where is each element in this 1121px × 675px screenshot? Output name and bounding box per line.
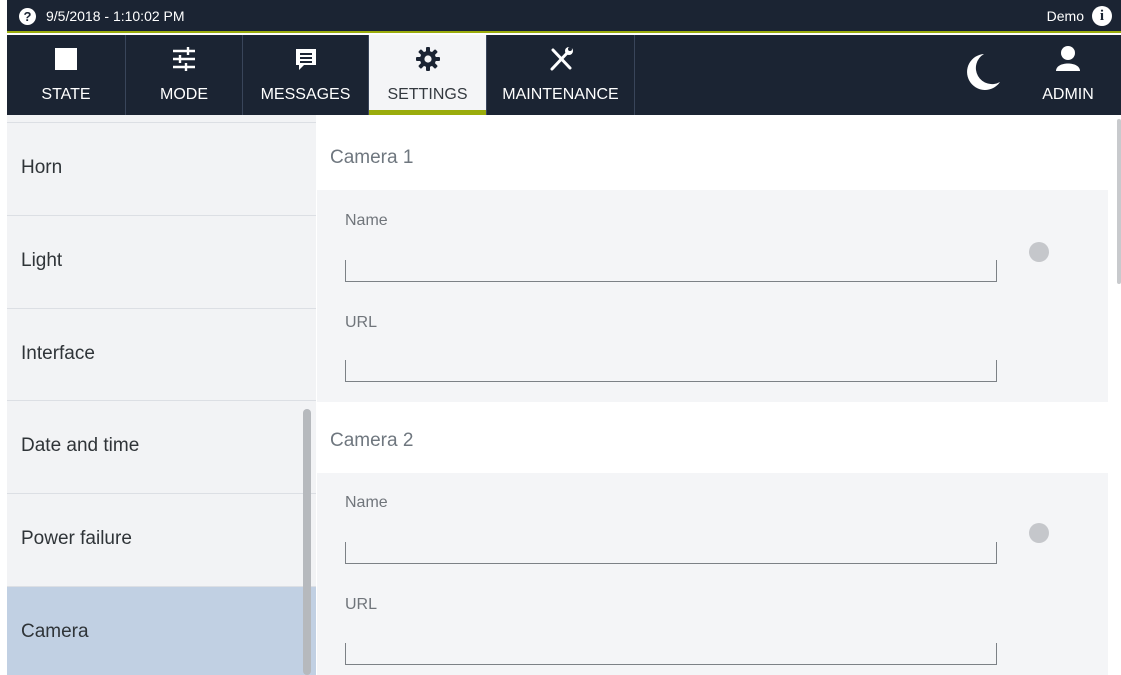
- user-name: Demo: [1046, 8, 1084, 24]
- sidebar-item-label: Power failure: [21, 528, 132, 549]
- gear-icon: [415, 47, 440, 71]
- camera-1-url-label: URL: [345, 314, 378, 331]
- info-icon[interactable]: i: [1092, 6, 1112, 26]
- tab-state[interactable]: STATE: [7, 35, 126, 115]
- tab-label: SETTINGS: [387, 86, 468, 103]
- tab-maintenance[interactable]: MAINTENANCE: [487, 35, 635, 115]
- tab-messages[interactable]: MESSAGES: [243, 35, 369, 115]
- message-list-icon: [295, 49, 316, 70]
- sidebar-item-light[interactable]: Light: [7, 215, 316, 307]
- tab-label: MODE: [160, 86, 208, 103]
- sidebar-item-label: Horn: [21, 157, 63, 178]
- night-mode-button[interactable]: [945, 35, 1015, 115]
- sidebar-item-interface[interactable]: Interface: [7, 308, 316, 400]
- camera-1-card: Name URL: [317, 190, 1108, 402]
- admin-button[interactable]: ADMIN: [1015, 35, 1121, 115]
- sidebar-item-camera[interactable]: Camera: [7, 586, 316, 675]
- sliders-icon: [173, 47, 195, 71]
- tab-mode[interactable]: MODE: [126, 35, 243, 115]
- camera-1-title: Camera 1: [330, 147, 414, 168]
- camera-2-name-field[interactable]: [345, 542, 997, 564]
- user-icon: [1056, 46, 1080, 71]
- frame-edge: [0, 0, 7, 675]
- main-scrollbar[interactable]: [1117, 119, 1121, 284]
- tab-label: MAINTENANCE: [502, 86, 619, 103]
- tab-settings[interactable]: SETTINGS: [369, 35, 487, 115]
- app-frame: ? 9/5/2018 - 1:10:02 PM Demo i STATE MOD…: [0, 0, 1121, 675]
- sidebar-scrollbar[interactable]: [303, 409, 311, 675]
- settings-sidebar: Horn Light Interface Date and time Power…: [7, 115, 316, 675]
- camera-1-name-field[interactable]: [345, 260, 997, 282]
- status-bar: ? 9/5/2018 - 1:10:02 PM Demo i: [7, 0, 1121, 33]
- stop-square-icon: [55, 48, 77, 70]
- tab-label: STATE: [41, 86, 91, 103]
- camera-2-name-label: Name: [345, 494, 388, 511]
- sidebar-item-label: Light: [21, 250, 63, 271]
- sidebar-item-power-failure[interactable]: Power failure: [7, 493, 316, 585]
- camera-2-card: Name URL: [317, 473, 1108, 675]
- moon-icon: [967, 54, 1000, 90]
- datetime-display: 9/5/2018 - 1:10:02 PM: [46, 8, 185, 24]
- wrench-screwdriver-icon: [550, 47, 573, 71]
- camera-2-title: Camera 2: [330, 430, 414, 451]
- camera-1-name-label: Name: [345, 212, 388, 229]
- help-icon[interactable]: ?: [19, 8, 36, 25]
- camera-2-url-field[interactable]: [345, 643, 997, 665]
- sidebar-item-label: Camera: [21, 621, 89, 642]
- camera-2-enable-toggle[interactable]: [1029, 523, 1049, 543]
- camera-1-enable-toggle[interactable]: [1029, 242, 1049, 262]
- camera-settings-panel: Camera 1 Name URL Camera 2 Name URL: [316, 115, 1121, 675]
- main-nav: STATE MODE MESSAGES SETTINGS MAINTENANCE…: [7, 35, 1121, 115]
- camera-2-url-label: URL: [345, 596, 378, 613]
- sidebar-item-date-and-time[interactable]: Date and time: [7, 400, 316, 492]
- sidebar-item-label: Interface: [21, 343, 95, 364]
- admin-label: ADMIN: [1042, 86, 1094, 103]
- camera-1-url-field[interactable]: [345, 360, 997, 382]
- sidebar-item-horn[interactable]: Horn: [7, 122, 316, 214]
- tab-label: MESSAGES: [260, 86, 351, 103]
- sidebar-item-label: Date and time: [21, 435, 140, 456]
